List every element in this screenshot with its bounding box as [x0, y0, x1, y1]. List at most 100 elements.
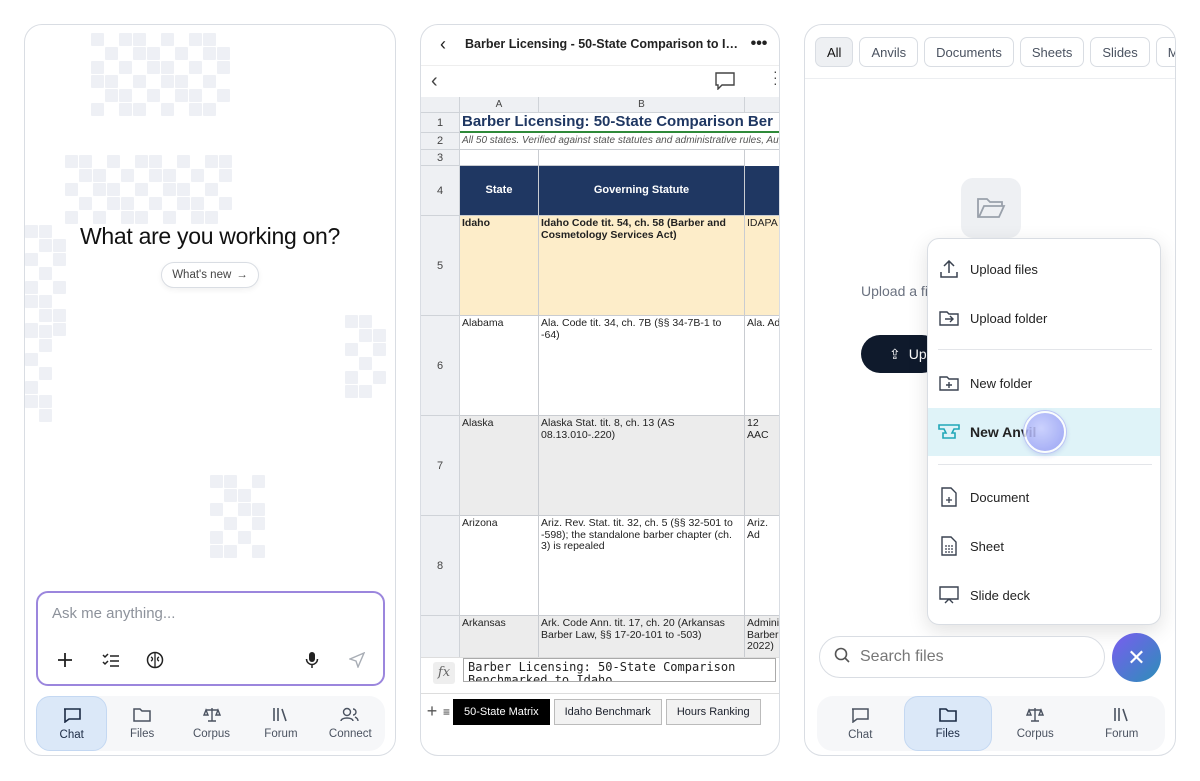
nav-files[interactable]: Files	[107, 696, 176, 751]
folder-icon	[133, 707, 151, 725]
nav-corpus[interactable]: Corpus	[177, 696, 246, 751]
cell-state[interactable]: Alaska	[460, 416, 539, 516]
sheet-toolbar: ‹ · · ·	[421, 64, 779, 97]
menu-upload-files[interactable]: Upload files	[928, 245, 1160, 293]
header-cell-state[interactable]: State	[460, 166, 539, 216]
nav-chat[interactable]: Chat	[36, 696, 108, 751]
background-tile	[205, 183, 218, 196]
add-sheet-icon[interactable]: +	[421, 701, 443, 722]
background-tile	[65, 183, 78, 196]
background-tile	[238, 489, 251, 502]
background-tile	[39, 395, 52, 408]
cell-statute[interactable]: Ark. Code Ann. tit. 17, ch. 20 (Arkansas…	[539, 616, 745, 657]
cell-statute[interactable]: Ariz. Rev. Stat. tit. 32, ch. 5 (§§ 32-5…	[539, 516, 745, 616]
menu-new-folder[interactable]: New folder	[928, 359, 1160, 407]
nav-chat[interactable]: Chat	[817, 696, 904, 751]
nav-connect[interactable]: Connect	[316, 696, 385, 751]
comment-icon[interactable]	[715, 72, 735, 95]
row-header[interactable]: 5	[421, 216, 460, 316]
tab-idaho-benchmark[interactable]: Idaho Benchmark	[553, 698, 662, 725]
cell-c[interactable]: Admini Barberi 2022)	[745, 616, 779, 657]
chip-more[interactable]: M	[1155, 37, 1175, 67]
row-header[interactable]: 8	[421, 516, 460, 616]
cell[interactable]	[460, 150, 539, 166]
menu-icon[interactable]: ≡	[443, 705, 453, 719]
cell-c[interactable]: IDAPA	[745, 216, 779, 316]
nav-forum[interactable]: Forum	[246, 696, 315, 751]
row-header[interactable]: 4	[421, 166, 460, 216]
row-header[interactable]	[421, 616, 460, 657]
hero-heading: What are you working on?	[80, 223, 340, 249]
whats-new-button[interactable]: What's new →	[161, 262, 259, 288]
nav-forum[interactable]: Forum	[1079, 696, 1166, 751]
background-tile	[224, 489, 237, 502]
nav-files[interactable]: Files	[903, 696, 992, 751]
chat-input-placeholder[interactable]: Ask me anything...	[52, 605, 175, 622]
header-cell-statute[interactable]: Governing Statute	[539, 166, 745, 216]
row-header[interactable]: 6	[421, 316, 460, 416]
chat-input-box[interactable]: Ask me anything...	[36, 591, 385, 686]
cell-c[interactable]: 12 AAC	[745, 416, 779, 516]
send-icon[interactable]	[346, 649, 368, 671]
menu-slide-deck[interactable]: Slide deck	[928, 571, 1160, 619]
microphone-icon[interactable]	[301, 649, 323, 671]
background-tile	[25, 395, 38, 408]
background-tile	[133, 75, 146, 88]
header-cell-c[interactable]	[745, 166, 779, 216]
background-tile	[133, 33, 146, 46]
tab-hours-ranking[interactable]: Hours Ranking	[665, 698, 761, 725]
background-tile	[219, 169, 232, 182]
books-icon	[272, 707, 290, 725]
cell-state[interactable]: Arizona	[460, 516, 539, 616]
spreadsheet-grid[interactable]: A B 1 2 3 4 5 6 7 8 Barber Licensing: 50…	[421, 97, 779, 657]
chip-all[interactable]: All	[815, 37, 854, 67]
nav-corpus[interactable]: Corpus	[992, 696, 1079, 751]
background-tile	[93, 183, 106, 196]
row-header[interactable]: 1	[421, 113, 460, 133]
cell-c[interactable]: Ala. Ad	[745, 316, 779, 416]
menu-upload-folder[interactable]: Upload folder	[928, 294, 1160, 342]
brain-icon[interactable]	[144, 649, 166, 671]
chip-sheets[interactable]: Sheets	[1019, 37, 1085, 67]
cell-c[interactable]: Ariz. Ad	[745, 516, 779, 616]
nav-chat-label: Chat	[848, 728, 873, 741]
row-header[interactable]: 2	[421, 133, 460, 150]
nav-forum-label: Forum	[1105, 728, 1139, 740]
title-cell[interactable]: Barber Licensing: 50-State Comparison Be…	[460, 113, 779, 133]
tab-50-state-matrix[interactable]: 50-State Matrix	[453, 698, 550, 725]
kebab-icon[interactable]: · · ·	[773, 64, 778, 90]
background-tile	[189, 61, 202, 74]
cell-statute[interactable]: Ala. Code tit. 34, ch. 7B (§§ 34-7B-1 to…	[539, 316, 745, 416]
row-header[interactable]: 7	[421, 416, 460, 516]
cell-state[interactable]: Arkansas	[460, 616, 539, 657]
menu-document[interactable]: Document	[928, 473, 1160, 521]
chip-documents[interactable]: Documents	[924, 37, 1014, 67]
corner-cell[interactable]	[421, 97, 460, 113]
cell[interactable]	[539, 150, 745, 166]
col-header-b[interactable]: B	[539, 97, 745, 113]
menu-sheet[interactable]: Sheet	[928, 522, 1160, 570]
chip-slides[interactable]: Slides	[1090, 37, 1150, 67]
cell-statute[interactable]: Idaho Code tit. 54, ch. 58 (Barber and C…	[539, 216, 745, 316]
chip-anvils[interactable]: Anvils	[859, 37, 919, 67]
close-fab-button[interactable]: ✕	[1112, 633, 1161, 682]
col-header-a[interactable]: A	[460, 97, 539, 113]
cell-state[interactable]: Idaho	[460, 216, 539, 316]
checklist-icon[interactable]	[100, 649, 122, 671]
menu-label: New folder	[970, 375, 1033, 391]
back-icon[interactable]: ‹	[421, 34, 465, 55]
background-tile	[189, 33, 202, 46]
background-tile	[359, 357, 372, 370]
plus-icon[interactable]	[54, 649, 76, 671]
col-header-c[interactable]	[745, 97, 779, 113]
cell-statute[interactable]: Alaska Stat. tit. 8, ch. 13 (AS 08.13.01…	[539, 416, 745, 516]
menu-divider	[938, 349, 1152, 350]
cell-state[interactable]: Alabama	[460, 316, 539, 416]
search-files-input[interactable]: Search files	[819, 636, 1105, 678]
more-icon[interactable]: •••	[739, 35, 779, 53]
subtitle-cell[interactable]: All 50 states. Verified against state st…	[460, 133, 779, 150]
formula-input[interactable]: Barber Licensing: 50-State Comparison Be…	[463, 658, 776, 682]
row-header[interactable]: 3	[421, 150, 460, 166]
background-tile	[149, 197, 162, 210]
chevron-left-icon[interactable]: ‹	[431, 70, 438, 93]
